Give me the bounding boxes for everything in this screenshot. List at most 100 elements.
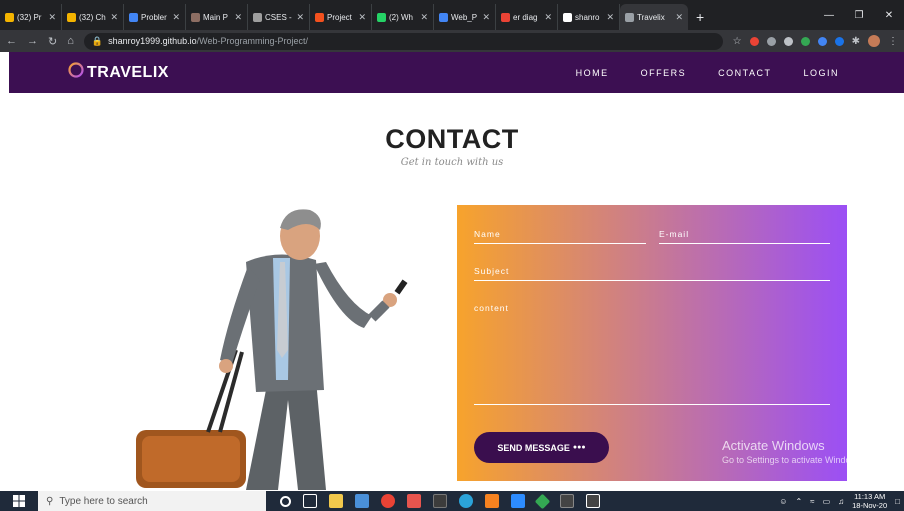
chrome-icon[interactable] (381, 494, 395, 508)
start-button[interactable] (0, 491, 38, 511)
tab-close-icon[interactable]: ✕ (48, 12, 56, 23)
extension-icon[interactable] (749, 36, 759, 46)
forward-icon[interactable]: → (27, 35, 38, 47)
taskbar-apps (280, 493, 600, 509)
window-controls: — ❐ ✕ (814, 0, 904, 30)
taskbar-search[interactable]: ⚲ Type here to search (38, 491, 266, 511)
tab-favicon-icon (67, 12, 76, 22)
app-icon[interactable] (355, 494, 369, 508)
battery-icon[interactable]: ▭ (823, 497, 831, 506)
tab-close-icon[interactable]: ✕ (420, 12, 428, 23)
brand-logo[interactable]: TRAVELIX (67, 62, 169, 84)
windows-taskbar: ⚲ Type here to search ☺ ⌃ ≈ ▭ ♫ 11:13 AM… (0, 491, 904, 511)
restore-icon[interactable]: ❐ (844, 0, 874, 30)
browser-tab[interactable]: (32) Ch ✕ (62, 4, 124, 30)
menu-icon[interactable]: ⋮ (888, 36, 898, 47)
app-icon[interactable] (586, 494, 600, 508)
edge-icon[interactable] (459, 494, 473, 508)
app-icon[interactable] (407, 494, 421, 508)
terminal-icon[interactable] (433, 494, 447, 508)
tab-favicon-icon (563, 12, 572, 22)
nav-login[interactable]: LOGIN (803, 68, 839, 78)
zoom-icon[interactable] (511, 494, 525, 508)
tab-close-icon[interactable]: ✕ (110, 12, 118, 23)
nav-offers[interactable]: OFFERS (641, 68, 687, 78)
tab-title: er diag (513, 12, 538, 22)
cortana-icon[interactable] (280, 495, 291, 507)
tab-favicon-icon (501, 12, 510, 22)
taskbar-clock[interactable]: 11:13 AM 18-Nov-20 (852, 492, 887, 510)
tab-title: (32) Ch (79, 12, 106, 22)
tab-favicon-icon (625, 12, 634, 22)
profile-avatar[interactable] (868, 35, 880, 47)
reload-icon[interactable]: ↻ (48, 35, 57, 48)
tab-close-icon[interactable]: ✕ (234, 12, 242, 23)
browser-tab[interactable]: Main P ✕ (186, 4, 248, 30)
tab-close-icon[interactable]: ✕ (482, 12, 490, 23)
back-icon[interactable]: ← (6, 35, 17, 47)
chevron-up-icon[interactable]: ⌃ (795, 497, 802, 506)
app-icon[interactable] (560, 494, 574, 508)
extension-icon[interactable] (834, 36, 844, 46)
extension-icon[interactable] (817, 36, 827, 46)
content-textarea[interactable]: content (474, 303, 830, 405)
tab-close-icon[interactable]: ✕ (675, 12, 683, 23)
nav-contact[interactable]: CONTACT (718, 68, 771, 78)
tab-close-icon[interactable]: ✕ (544, 12, 552, 23)
app-icon[interactable] (534, 493, 551, 509)
nav-home[interactable]: HOME (576, 68, 609, 78)
name-input[interactable]: Name (474, 229, 646, 244)
browser-tab[interactable]: Project ✕ (310, 4, 372, 30)
browser-tab[interactable]: (2) Wh ✕ (372, 4, 434, 30)
taskbar-search-placeholder: Type here to search (59, 495, 148, 507)
browser-tab[interactable]: Probler ✕ (124, 4, 186, 30)
address-bar[interactable]: 🔒 shanroy1999.github.io/Web-Programming-… (83, 32, 723, 50)
tab-close-icon[interactable]: ✕ (172, 12, 180, 23)
tab-favicon-icon (5, 12, 14, 22)
puzzle-icon[interactable]: ✱ (852, 36, 860, 47)
browser-toolbar: ← → ↻ ⌂ 🔒 shanroy1999.github.io/Web-Prog… (0, 30, 904, 52)
send-message-label: SEND MESSAGE (497, 442, 570, 453)
tab-favicon-icon (253, 12, 262, 22)
dots-icon: ●●● (572, 444, 586, 451)
tab-favicon-icon (191, 12, 200, 22)
extension-icon[interactable] (800, 36, 810, 46)
clock-date: 18-Nov-20 (852, 501, 888, 510)
tab-close-icon[interactable]: ✕ (358, 12, 366, 23)
new-tab-button[interactable]: + (688, 4, 712, 30)
bookmark-star-icon[interactable]: ☆ (733, 36, 742, 47)
tab-favicon-icon (129, 12, 138, 22)
file-explorer-icon[interactable] (329, 494, 343, 508)
tab-title: Probler (141, 12, 167, 22)
app-icon[interactable] (485, 494, 499, 508)
email-input[interactable]: E-mail (659, 229, 830, 244)
people-icon[interactable]: ☺ (779, 497, 787, 506)
browser-tab[interactable]: Web_P ✕ (434, 4, 496, 30)
minimize-icon[interactable]: — (814, 0, 844, 30)
lock-icon: 🔒 (91, 35, 104, 46)
volume-icon[interactable]: ♫ (838, 497, 844, 506)
close-window-icon[interactable]: ✕ (874, 0, 904, 30)
browser-tab[interactable]: (32) Pr ✕ (0, 4, 62, 30)
task-view-icon[interactable] (303, 494, 317, 508)
activate-windows-hint: Go to Settings to activate Windows. (722, 455, 865, 465)
extension-icon[interactable] (766, 36, 776, 46)
tab-favicon-icon (315, 12, 324, 22)
tab-title: Web_P (451, 12, 478, 22)
tab-title: Project (327, 12, 352, 22)
home-icon[interactable]: ⌂ (67, 35, 74, 47)
tab-close-icon[interactable]: ✕ (296, 12, 304, 23)
location-pin-icon (68, 62, 84, 83)
tab-close-icon[interactable]: ✕ (606, 12, 614, 23)
tab-title: Travelix (637, 12, 665, 22)
subject-input[interactable]: Subject (474, 266, 830, 281)
notification-icon[interactable]: □ (895, 497, 900, 506)
brand-name: TRAVELIX (87, 64, 169, 81)
browser-tab[interactable]: Travelix ✕ (620, 4, 688, 30)
extension-icon[interactable] (783, 36, 793, 46)
send-message-button[interactable]: SEND MESSAGE ●●● (474, 432, 609, 463)
browser-tab[interactable]: er diag ✕ (496, 4, 558, 30)
browser-tab[interactable]: shanro ✕ (558, 4, 620, 30)
network-icon[interactable]: ≈ (810, 497, 814, 506)
browser-tab[interactable]: CSES - ✕ (248, 4, 310, 30)
